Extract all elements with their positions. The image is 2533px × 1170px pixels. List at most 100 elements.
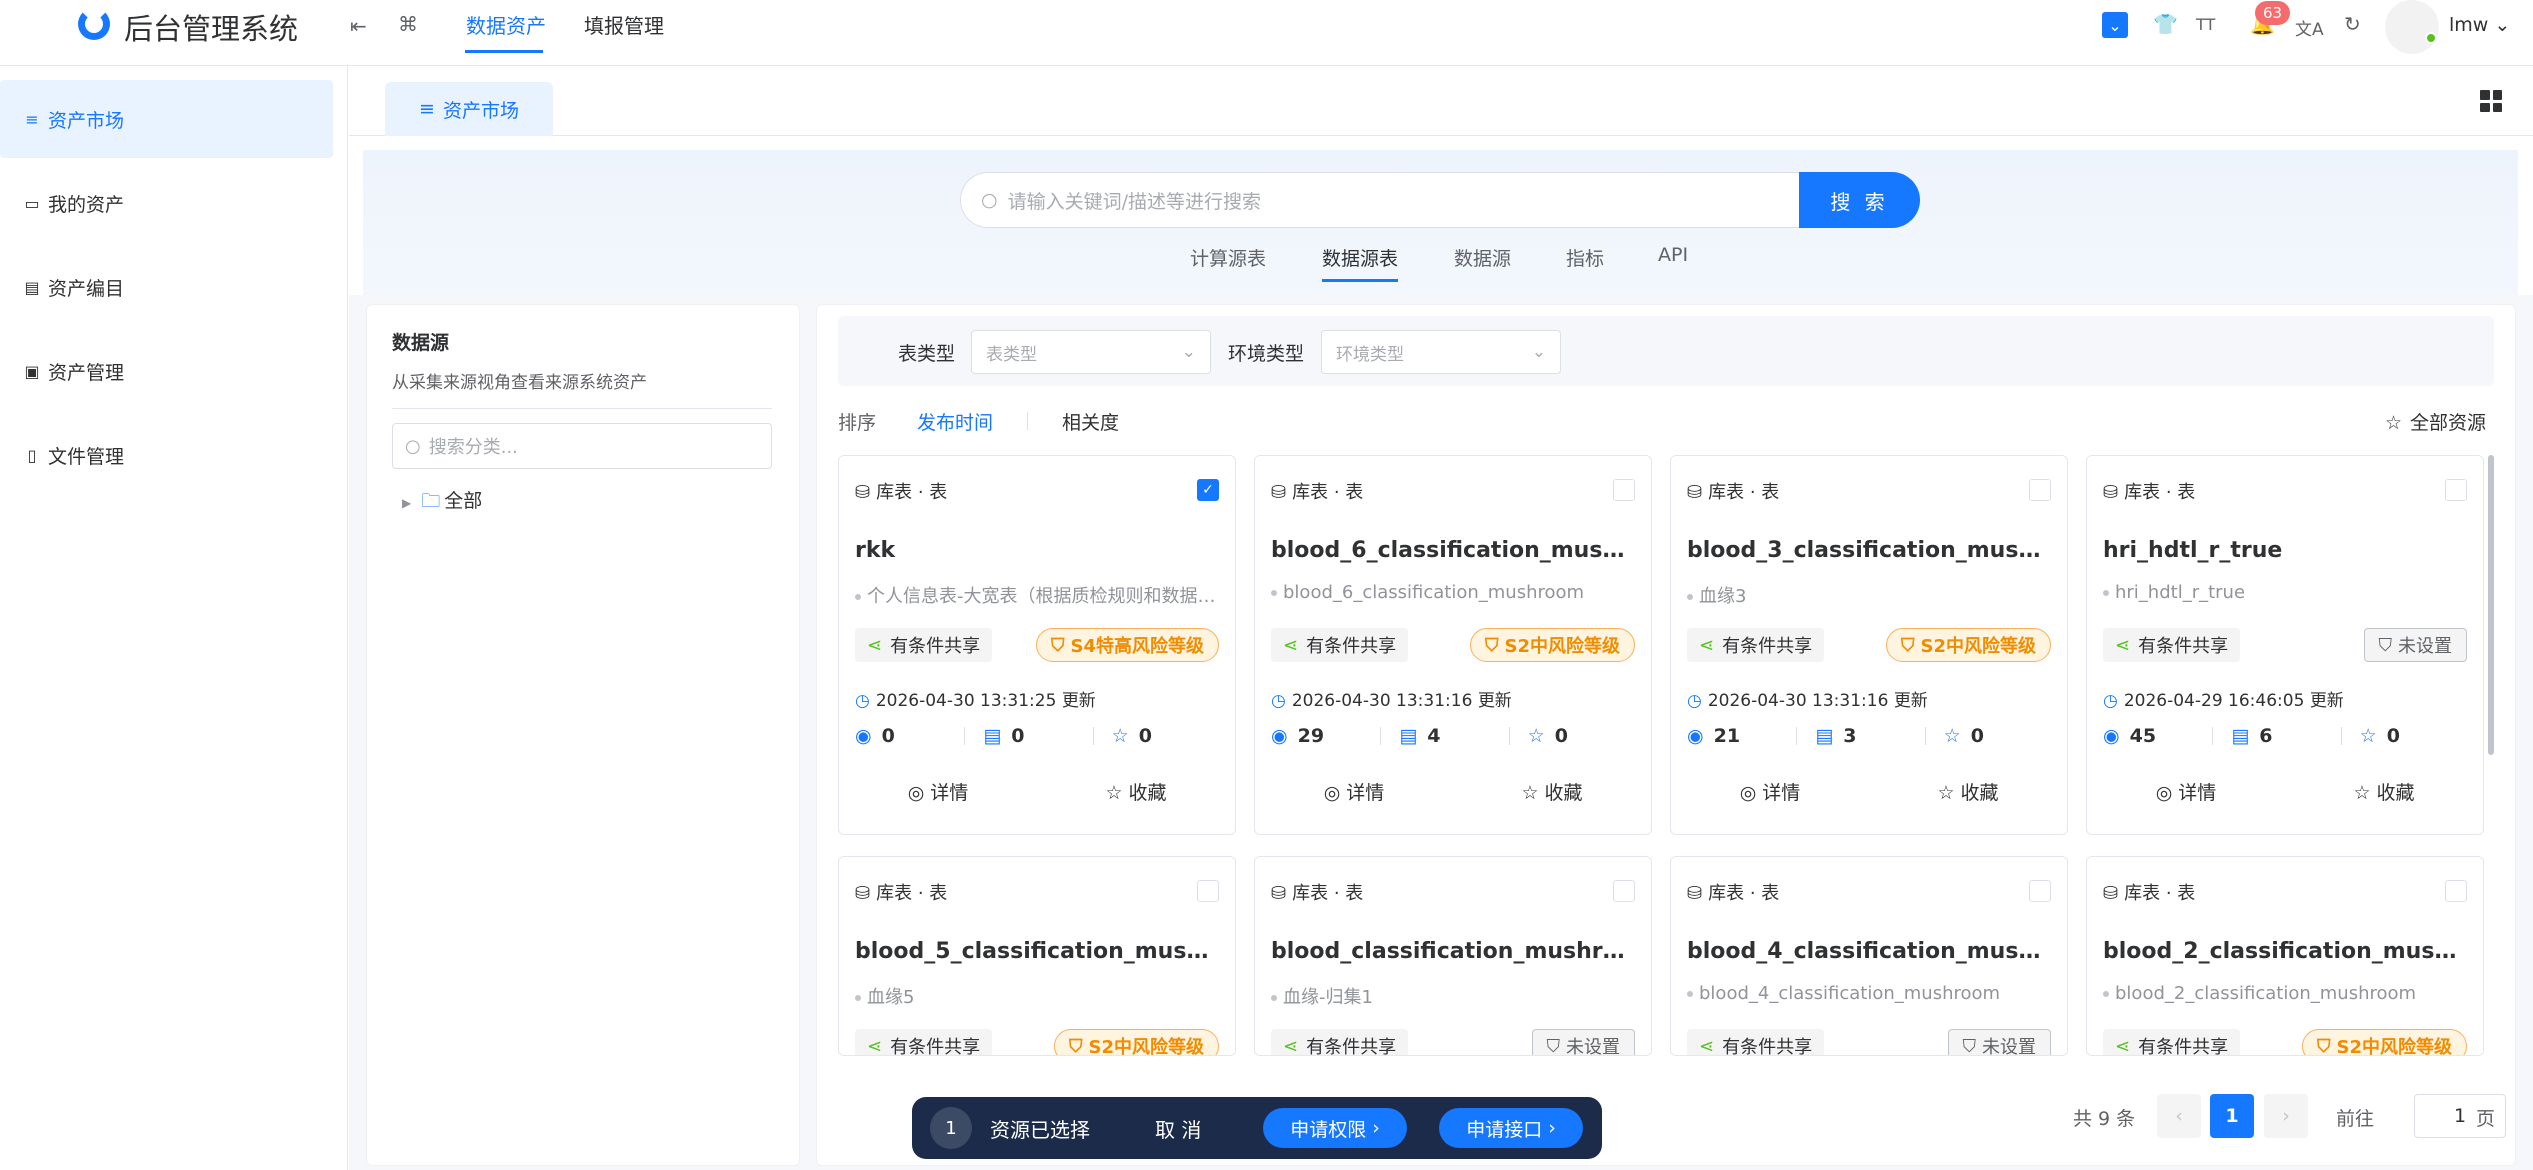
asset-desc: 血缘3 [1687,582,2053,608]
asset-stats: ◉ 21 ▤ 3 ☆ 0 [1687,722,2053,750]
next-page-button[interactable]: › [2264,1094,2308,1138]
asset-select-checkbox[interactable] [1197,880,1219,902]
category-search-input[interactable]: ○ 搜索分类... [392,423,772,469]
asset-name[interactable]: rkk [855,538,1221,563]
asset-desc: 血缘-归集1 [1271,983,1637,1009]
sidebar-item-file-management[interactable]: ▯ 文件管理 [0,416,333,494]
eye-icon: ◎ [1323,782,1341,804]
subtab-data-source-table[interactable]: 数据源表 [1322,244,1398,271]
subtab-compute-source[interactable]: 计算源表 [1190,244,1266,271]
asset-name[interactable]: hri_hdtl_r_true [2103,538,2469,563]
asset-card[interactable]: ⛁库表 · 表blood_6_classification_mushroombl… [1254,455,1652,835]
username[interactable]: lmw ⌄ [2449,14,2510,36]
share-icon: ⋖ [1699,1035,1715,1056]
asset-card[interactable]: ⛁库表 · 表 ✓ rkk 个人信息表-大宽表（根据质检规则和数据元制定） ⋖ 有条件共享… [838,455,1236,835]
card-actions: ◎ 详情 ☆ 收藏 [2087,778,2483,805]
eye-icon: ◎ [907,782,925,804]
grid-view-icon[interactable] [2480,90,2502,112]
favorite-button[interactable]: ☆ 收藏 [1869,778,2067,805]
env-type-select[interactable]: 环境类型 ⌄ [1321,330,1561,374]
asset-select-checkbox[interactable] [1613,479,1635,501]
nav-report-management[interactable]: 填报管理 [584,10,664,39]
sidebar-item-label: 我的资产 [48,193,125,216]
asset-select-checkbox[interactable] [2445,479,2467,501]
translate-icon[interactable]: 文A [2295,15,2324,40]
subtab-api[interactable]: API [1658,244,1688,266]
apply-api-button[interactable]: 申请接口 › [1439,1108,1583,1148]
asset-type-text: 库表 · 表 [876,482,948,503]
apps-icon[interactable]: ⌘ [398,12,418,36]
table-type-select[interactable]: 表类型 ⌄ [971,330,1211,374]
asset-type-label: ⛁ 库表 · 表 [1687,879,1779,905]
asset-card[interactable]: ⛁ 库表 · 表 blood_classification_mushroom 血缘-归… [1254,856,1652,1056]
search-button[interactable]: 搜 索 [1799,172,1920,228]
asset-type-label: ⛁ 库表 · 表 [855,478,947,504]
scrollbar[interactable] [2488,455,2494,755]
detail-button[interactable]: ◎ 详情 [839,778,1037,805]
search-input[interactable]: ○ 请输入关键词/描述等进行搜索 [960,172,1800,228]
page-number-current[interactable]: 1 [2210,1094,2254,1138]
favorite-button[interactable]: ☆ 收藏 [2285,778,2483,805]
share-label: 有条件共享 [890,636,981,657]
subtab-data-source[interactable]: 数据源 [1454,244,1511,271]
document-icon: ▤ [2231,725,2250,747]
caret-right-icon[interactable]: ▶ [402,496,411,510]
layout-dropdown-icon[interactable]: ⌄ [2102,12,2128,38]
asset-card[interactable]: ⛁库表 · 表 blood_3_classification_mushroom 血缘… [1670,455,2068,835]
asset-name[interactable]: blood_classification_mushroom [1271,939,1637,964]
star-count-value: 0 [1138,725,1152,747]
asset-name[interactable]: blood_5_classification_mushroom [855,939,1221,964]
refresh-icon[interactable]: ↻ [2344,12,2361,36]
asset-select-checkbox[interactable] [2029,479,2051,501]
font-size-icon[interactable]: TT [2196,15,2215,34]
favorite-button[interactable]: ☆ 收藏 [1037,778,1235,805]
view-count: ◉ 45 [2103,725,2212,747]
database-icon: ⛁ [1271,883,1287,904]
asset-card[interactable]: ⛁库表 · 表 blood_5_classification_mushroom 血缘… [838,856,1236,1056]
cancel-selection-button[interactable]: 取 消 [1155,1114,1201,1143]
prev-page-button[interactable]: ‹ [2157,1094,2201,1138]
asset-desc: blood_2_classification_mushroom [2103,983,2469,1004]
nav-data-assets[interactable]: 数据资产 [466,10,546,39]
sidebar-item-asset-market[interactable]: ≡ 资产市场 [0,80,333,158]
stat-divider [1092,727,1094,745]
asset-select-checkbox[interactable] [2445,880,2467,902]
asset-select-checkbox[interactable] [1613,880,1635,902]
asset-card[interactable]: ⛁库表 · 表blood_4_classification_mushroombl… [1670,856,2068,1056]
asset-card[interactable]: ⛁库表 · 表blood_2_classification_mushroombl… [2086,856,2484,1056]
detail-button[interactable]: ◎ 详情 [2087,778,2285,805]
sidebar-item-asset-catalog[interactable]: ▤ 资产编目 [0,248,333,326]
sidebar-item-label: 资产市场 [48,109,125,132]
all-resources-toggle[interactable]: ☆ 全部资源 [2385,408,2486,435]
sidebar-item-my-assets[interactable]: ▭ 我的资产 [0,164,333,242]
detail-button[interactable]: ◎ 详情 [1255,778,1453,805]
folder-icon: 🗀 [421,490,441,512]
tab-asset-market[interactable]: ≡ 资产市场 [385,82,553,136]
view-count-value: 45 [2129,725,2157,747]
asset-select-checkbox[interactable]: ✓ [1197,479,1219,501]
asset-name[interactable]: blood_3_classification_mushroom [1687,538,2053,563]
apply-permission-button[interactable]: 申请权限 › [1263,1108,1407,1148]
all-resources-label: 全部资源 [2410,412,2487,434]
detail-button[interactable]: ◎ 详情 [1671,778,1869,805]
asset-card[interactable]: ⛁ 库表 · 表 hri_hdtl_r_true hri_hdtl_r_true ⋖ 有条… [2086,455,2484,835]
favorite-label: 收藏 [2376,782,2415,804]
sort-relevance[interactable]: 相关度 [1062,408,1119,435]
asset-name[interactable]: blood_4_classification_mushroom [1687,939,2053,964]
shield-icon: ⛉ [1051,634,1065,656]
tree-node-all[interactable]: ▶ 🗀 全部 [402,486,482,519]
favorite-button[interactable]: ☆ 收藏 [1453,778,1651,805]
share-label: 有条件共享 [1722,1037,1813,1056]
asset-select-checkbox[interactable] [2029,880,2051,902]
update-suffix: 更新 [1477,691,1512,711]
avatar[interactable] [2385,0,2439,54]
update-time-value: 2026-04-30 13:31:16 [1291,691,1473,711]
asset-name[interactable]: blood_2_classification_mushroom [2103,939,2469,964]
chevron-down-icon: ⌄ [1531,342,1546,362]
sidebar-item-asset-management[interactable]: ▣ 资产管理 [0,332,333,410]
sort-publish-time[interactable]: 发布时间 [917,408,993,435]
collapse-sidebar-icon[interactable]: ⇤ [350,14,367,38]
subtab-metrics[interactable]: 指标 [1566,244,1604,271]
asset-name[interactable]: blood_6_classification_mushroom [1271,538,1637,563]
theme-shirt-icon[interactable]: 👕 [2153,12,2178,36]
